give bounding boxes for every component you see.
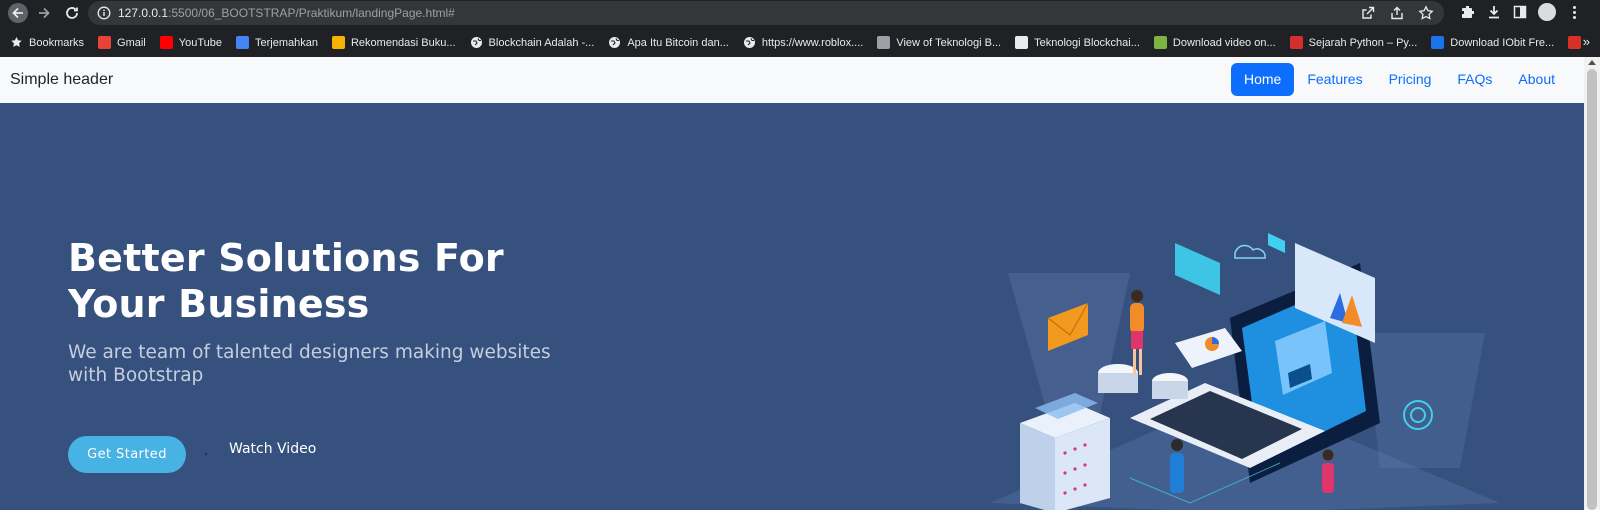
address-bar[interactable]: 127.0.0.1:5500/06_BOOTSTRAP/Praktikum/la… — [88, 1, 1444, 25]
youtube-icon — [159, 36, 173, 49]
bookmark-item[interactable]: Bookmarks — [10, 36, 84, 49]
bookmark-label: View of Teknologi B... — [896, 36, 1002, 49]
scroll-thumb[interactable] — [1587, 69, 1597, 510]
bookmark-item[interactable]: Download video on... — [1153, 36, 1276, 49]
bookmark-item[interactable]: Sejarah Python – Py... — [1289, 36, 1418, 49]
star-icon — [11, 37, 22, 47]
play-icon — [205, 453, 207, 455]
reload-button[interactable] — [62, 3, 82, 23]
download-arrow-icon — [1153, 36, 1167, 49]
person-standing-leg-2 — [1139, 349, 1142, 375]
floating-tag-cyan — [1268, 233, 1285, 253]
bookmark-item[interactable]: Blockchain Adalah -... — [470, 36, 595, 49]
translate-icon — [236, 36, 249, 49]
book-icon — [331, 36, 345, 49]
cloud-icon — [1234, 244, 1266, 259]
iobit-icon — [1431, 36, 1445, 49]
main-nav: Home Features Pricing FAQs About — [1230, 63, 1568, 96]
star-icon[interactable] — [1418, 5, 1434, 21]
side-panel-icon[interactable] — [1512, 4, 1528, 20]
person-standing — [1130, 303, 1144, 333]
nav-link-features[interactable]: Features — [1294, 63, 1375, 96]
journal-icon — [877, 36, 891, 49]
person-standing-leg — [1133, 349, 1136, 375]
light-beam-right — [1365, 333, 1485, 468]
bookmark-label: Terjemahkan — [255, 36, 318, 49]
python-site-icon — [1289, 36, 1303, 49]
get-started-button[interactable]: Get Started — [68, 436, 186, 473]
download-icon[interactable] — [1486, 4, 1502, 20]
watch-video-link[interactable]: Watch Video — [205, 441, 316, 457]
reload-icon — [66, 7, 78, 19]
bookmark-label: Teknologi Blockchai... — [1034, 36, 1140, 49]
bookmark-label: Bookmarks — [29, 36, 85, 49]
extensions-icon[interactable] — [1460, 4, 1476, 20]
person-blue — [1170, 453, 1184, 493]
globe-icon — [470, 37, 482, 48]
server-rack-side — [1020, 423, 1055, 510]
bookmarks-bar: Bookmarks Gmail YouTube Terjemahkan Rekomend… — [0, 28, 1600, 57]
bookmark-label: Apa Itu Bitcoin dan... — [627, 36, 729, 49]
bookmark-label: Gmail — [117, 36, 146, 49]
page-viewport: Simple header Home Features Pricing FAQs Abo… — [0, 57, 1600, 510]
person-pink-head — [1322, 449, 1334, 461]
bookmark-item[interactable] — [1568, 36, 1582, 49]
bookmark-item[interactable]: YouTube — [159, 36, 222, 49]
floating-panel-cyan — [1175, 243, 1220, 295]
hero-title: Better Solutions For Your Business — [68, 236, 504, 326]
share-icon[interactable] — [1389, 5, 1405, 21]
bookmark-label: Download video on... — [1172, 36, 1276, 49]
person-pink — [1322, 463, 1334, 493]
nav-link-home[interactable]: Home — [1230, 63, 1295, 96]
menu-kebab-icon[interactable] — [1566, 4, 1582, 20]
globe-icon — [609, 37, 621, 48]
url-text: 127.0.0.1:5500/06_BOOTSTRAP/Praktikum/la… — [118, 6, 455, 20]
browser-toolbar-right — [1460, 3, 1582, 21]
cylinder-body-2 — [1152, 381, 1188, 399]
hero-section: Better Solutions For Your Business We ar… — [0, 103, 1584, 510]
red-site-icon — [1568, 36, 1582, 49]
cylinder-body — [1098, 373, 1138, 393]
page-scrollbar[interactable] — [1584, 57, 1600, 510]
nav-link-about[interactable]: About — [1505, 63, 1568, 96]
scroll-up-arrow-icon[interactable] — [1588, 60, 1596, 65]
bookmark-item[interactable]: Gmail — [98, 36, 146, 49]
omnibox-actions — [1360, 5, 1434, 21]
person-blue-head — [1171, 439, 1183, 451]
person-standing-head — [1131, 290, 1143, 302]
bookmark-label: https://www.roblox.... — [761, 36, 864, 49]
hero-illustration — [990, 233, 1500, 510]
info-icon[interactable] — [97, 6, 111, 20]
d-icon — [1015, 36, 1029, 49]
arrow-left-icon — [12, 7, 23, 19]
nav-link-faqs[interactable]: FAQs — [1444, 63, 1505, 96]
bookmark-item[interactable]: Rekomendasi Buku... — [331, 36, 456, 49]
gmail-icon — [98, 36, 112, 49]
open-external-icon[interactable] — [1360, 5, 1376, 21]
bookmark-label: YouTube — [178, 36, 222, 49]
hero-subtitle: We are team of talented designers making… — [68, 342, 551, 386]
bookmark-label: Download IObit Fre... — [1450, 36, 1555, 49]
bookmark-item[interactable]: https://www.roblox.... — [743, 36, 863, 49]
arrow-right-icon — [39, 7, 50, 19]
profile-avatar[interactable] — [1538, 3, 1556, 21]
bookmark-label: Blockchain Adalah -... — [488, 36, 595, 49]
brand-logo-text[interactable]: Simple header — [10, 71, 113, 89]
bookmark-item[interactable]: Terjemahkan — [236, 36, 318, 49]
bookmarks-overflow-icon[interactable]: » — [1583, 34, 1590, 49]
browser-toolbar: 127.0.0.1:5500/06_BOOTSTRAP/Praktikum/la… — [0, 0, 1600, 26]
bookmark-item[interactable]: View of Teknologi B... — [877, 36, 1001, 49]
forward-button[interactable] — [34, 3, 54, 23]
back-button[interactable] — [8, 3, 28, 23]
bookmark-item[interactable]: Apa Itu Bitcoin dan... — [608, 36, 729, 49]
bookmark-label: Sejarah Python – Py... — [1308, 36, 1418, 49]
globe-icon — [743, 37, 755, 48]
bookmark-item[interactable]: Download IObit Fre... — [1431, 36, 1554, 49]
site-header: Simple header Home Features Pricing FAQs Abo… — [0, 57, 1584, 103]
person-standing-skirt — [1131, 331, 1143, 349]
bookmark-item[interactable]: Teknologi Blockchai... — [1015, 36, 1140, 49]
bookmark-label: Rekomendasi Buku... — [350, 36, 456, 49]
nav-link-pricing[interactable]: Pricing — [1376, 63, 1445, 96]
watch-video-label: Watch Video — [229, 441, 317, 457]
